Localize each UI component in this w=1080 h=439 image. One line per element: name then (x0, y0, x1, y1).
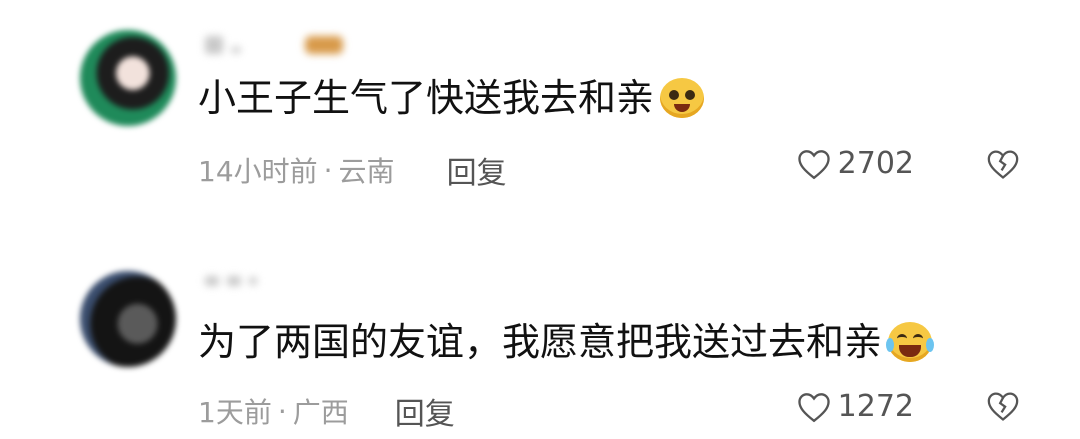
laughing-crying-face-icon (886, 322, 935, 362)
username-blurred[interactable] (205, 268, 257, 294)
broken-heart-icon[interactable] (986, 148, 1020, 180)
pleading-face-icon (660, 78, 705, 118)
comment-text-row: 为了两国的友谊，我愿意把我送过去和亲 (198, 319, 935, 365)
like-button[interactable]: 2702 (796, 146, 914, 181)
like-count: 2702 (837, 146, 914, 181)
avatar[interactable] (80, 271, 176, 367)
separator: · (323, 153, 333, 187)
comment-item: 为了两国的友谊，我愿意把我送过去和亲 1天前 · 广西 回复 1272 (0, 219, 1080, 438)
comment-text-row: 小王子生气了快送我去和亲 (198, 75, 705, 121)
avatar[interactable] (80, 30, 176, 126)
comment-time: 14小时前 (198, 155, 318, 188)
username-blurred[interactable] (205, 32, 343, 58)
broken-heart-icon[interactable] (986, 390, 1020, 422)
heart-icon (797, 392, 830, 422)
comment-meta: 14小时前 · 云南 回复 (198, 148, 507, 192)
comment-location: 广西 (292, 396, 349, 429)
comment-text: 为了两国的友谊，我愿意把我送过去和亲 (198, 320, 883, 364)
comment-time: 1天前 (198, 396, 272, 429)
separator: · (277, 394, 287, 428)
heart-icon (797, 149, 830, 179)
reply-button[interactable]: 回复 (395, 389, 455, 433)
reply-button[interactable]: 回复 (447, 148, 507, 192)
comment-meta: 1天前 · 广西 回复 (198, 389, 455, 433)
like-count: 1272 (837, 389, 914, 424)
comment-text: 小王子生气了快送我去和亲 (198, 76, 655, 120)
comment-location: 云南 (338, 155, 395, 188)
comment-item: 小王子生气了快送我去和亲 14小时前 · 云南 回复 2702 (0, 0, 1080, 219)
like-button[interactable]: 1272 (796, 389, 914, 424)
user-badge-icon (305, 36, 343, 54)
